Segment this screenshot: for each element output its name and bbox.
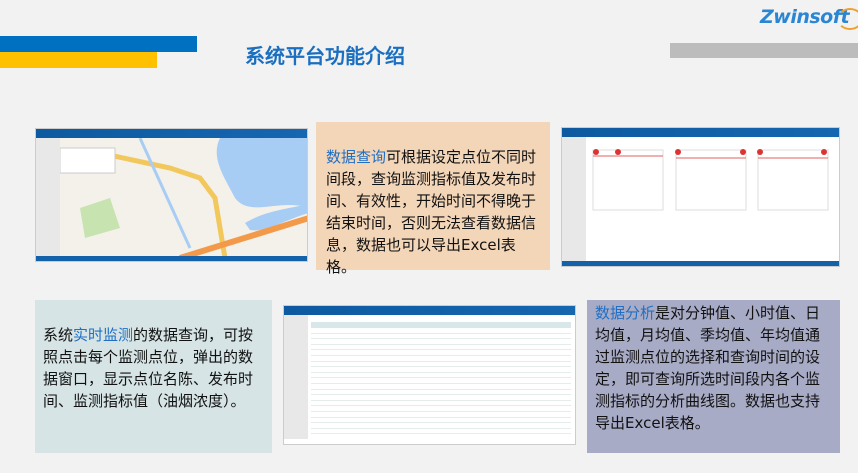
logo: Zwinsoft	[760, 6, 858, 30]
realtime-description: 系统实时监测的数据查询，可按照点击每个监测点位，弹出的数据窗口，显示点位名陈、发…	[35, 300, 272, 453]
query-description: 数据查询可根据设定点位不同时间段，查询监测指标值及发布时间、有效性，开始时间不得…	[316, 122, 550, 276]
map-screenshot	[35, 128, 308, 262]
analysis-chart-screenshot	[561, 127, 840, 267]
analysis-description: 数据分析是对分钟值、小时值、日均值，月均值、季均值、年均值通过监测点位的选择和查…	[587, 300, 840, 453]
header-gray-bar	[670, 43, 858, 58]
page-title: 系统平台功能介绍	[245, 44, 405, 68]
header-blue-bar	[0, 36, 197, 52]
data-table-screenshot	[283, 305, 576, 445]
header-yellow-bar	[0, 52, 157, 68]
